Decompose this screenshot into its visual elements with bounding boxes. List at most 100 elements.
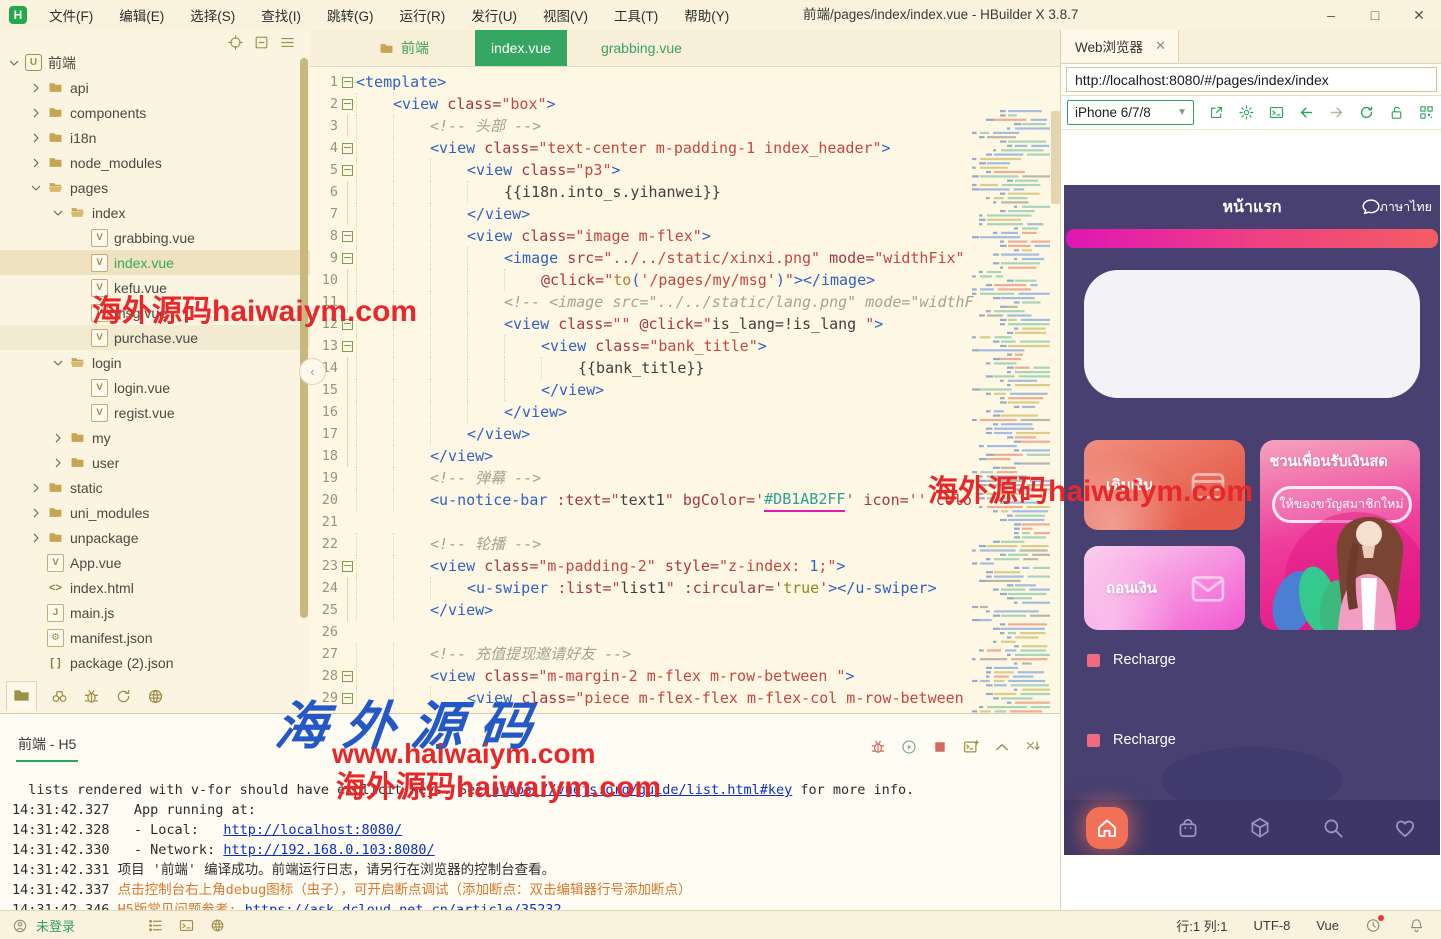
syntax-label[interactable]: Vue [1316,918,1339,933]
code-line[interactable]: 27 <!-- 充值提现邀请好友 --> [310,643,1060,665]
tree-item-manifest-json[interactable]: ⚙ manifest.json [0,625,310,650]
new-terminal-icon[interactable] [962,738,980,756]
log-link[interactable]: http://localhost:8080/ [223,822,402,838]
tree-item-purchase-vue[interactable]: Vpurchase.vue [0,325,310,350]
chevron-right-icon[interactable] [50,430,66,446]
code-line[interactable]: 24 <u-swiper :list= " list1 " :circular= ' tru… [310,577,1060,599]
binoculars-icon[interactable] [50,687,69,706]
code-line[interactable]: 9 <image src= "../../static/xinxi.png" mod… [310,247,1060,269]
forward-icon[interactable] [1328,104,1345,121]
line-number[interactable]: 12 [310,313,338,335]
tree-item-main-js[interactable]: Jmain.js [0,600,310,625]
tree-item-login[interactable]: login [0,350,310,375]
collapse-all-icon[interactable] [253,34,270,51]
chevron-down-icon[interactable] [50,205,66,221]
back-icon[interactable] [1298,104,1315,121]
code-line[interactable]: 15 </view> [310,379,1060,401]
tree-item-login-vue[interactable]: Vlogin.vue [0,375,310,400]
locate-icon[interactable] [227,34,244,51]
minimap[interactable] [968,106,1060,713]
console-tab[interactable]: 前端 - H5 [15,734,79,762]
clear-log-icon[interactable] [1024,738,1042,756]
debug-bug-icon[interactable] [869,738,887,756]
files-icon[interactable] [6,680,37,711]
withdraw-card[interactable]: ถอนเงิน [1084,546,1245,630]
language-switch[interactable]: ภาษาไทย [1380,197,1432,217]
history-icon[interactable] [1365,915,1384,934]
bell-icon[interactable] [1408,917,1425,934]
line-number[interactable]: 28 [310,665,338,687]
code-line[interactable]: 25 </view> [310,599,1060,621]
line-number[interactable]: 10 [310,269,338,291]
fold-marker-icon[interactable] [341,670,353,682]
unlock-icon[interactable] [1388,104,1405,121]
code-line[interactable]: 28 <view class= "m-margin-2 m-flex m-row-b… [310,665,1060,687]
sidebar-collapse-button[interactable]: ‹ [299,358,326,385]
tree-item-package-2-json[interactable]: [ ] package (2).json [0,650,310,675]
qr-code-icon[interactable] [1418,104,1435,121]
fold-marker-icon[interactable] [341,98,353,110]
code-line[interactable]: 2 <view class= "box" > [310,93,1060,115]
tree-item-app-vue[interactable]: V App.vue [0,550,310,575]
refresh-icon[interactable] [1358,104,1375,121]
invite-card[interactable]: ชวนเพื่อนรับเงินสด ให้ของขวัญสมาชิกใหม่ [1259,440,1420,630]
fold-marker-icon[interactable] [341,340,353,352]
chevron-right-icon[interactable] [28,105,44,121]
bug-icon[interactable] [82,687,101,706]
line-number[interactable]: 8 [310,225,338,247]
recharge-row[interactable]: Recharge [1087,732,1440,748]
tabbar-home-active[interactable] [1086,806,1128,849]
code-line[interactable]: 4 <view class= "text-center m-padding-1 in… [310,137,1060,159]
chevron-right-icon[interactable] [28,80,44,96]
line-number[interactable]: 2 [310,93,338,115]
chevron-right-icon[interactable] [28,505,44,521]
line-number[interactable]: 22 [310,533,338,555]
close-tab-icon[interactable]: ✕ [1155,38,1166,54]
minimize-button[interactable]: – [1309,0,1353,30]
menu-item[interactable]: 文件(F) [49,5,93,25]
deposit-card[interactable]: เติมเงิน [1084,440,1245,530]
line-number[interactable]: 5 [310,159,338,181]
tree-item-unpackage[interactable]: unpackage [0,525,310,550]
tree-item-regist-vue[interactable]: Vregist.vue [0,400,310,425]
fold-marker-icon[interactable] [341,252,353,264]
menu-item[interactable]: 编辑(E) [119,5,164,25]
fold-marker-icon[interactable] [341,142,353,154]
tabbar-search-icon[interactable] [1320,815,1346,841]
code-line[interactable]: 6 {{i18n.into_s.yihanwei}} [310,181,1060,203]
menu-item[interactable]: 工具(T) [614,5,658,25]
stop-icon[interactable] [931,738,949,756]
code-line[interactable]: 26 [310,621,1060,643]
menu-item[interactable]: 视图(V) [543,5,588,25]
url-input[interactable] [1066,67,1437,92]
tree-item-uni-modules[interactable]: uni_modules [0,500,310,525]
code-line[interactable]: 11 <!-- <image src="../../static/lang.png… [310,291,1060,313]
open-external-icon[interactable] [1208,104,1225,121]
menu-item[interactable]: 查找(I) [261,5,301,25]
menu-item[interactable]: 帮助(Y) [684,5,729,25]
encoding-label[interactable]: UTF-8 [1254,918,1291,933]
tree-item-kefu-vue[interactable]: Vkefu.vue [0,275,310,300]
code-line[interactable]: 12 <view class= "" @click= " is_lang=!is_lan… [310,313,1060,335]
outline-list-icon[interactable] [147,917,164,934]
tree-item-index-html[interactable]: <> index.html [0,575,310,600]
tabbar-heart-icon[interactable] [1392,815,1418,841]
tree-item-node-modules[interactable]: node_modules [0,150,310,175]
line-number[interactable]: 11 [310,291,338,313]
line-number[interactable]: 16 [310,401,338,423]
tree-item-static[interactable]: static [0,475,310,500]
terminal-icon[interactable] [1268,104,1285,121]
code-line[interactable]: 21 [310,511,1060,533]
fold-marker-icon[interactable] [341,76,353,88]
chevron-right-icon[interactable] [28,130,44,146]
tree-item-grabbing-vue[interactable]: Vgrabbing.vue [0,225,310,250]
line-number[interactable]: 26 [310,621,338,643]
line-number[interactable]: 1 [310,71,338,93]
line-number[interactable]: 19 [310,467,338,489]
restart-icon[interactable] [900,738,918,756]
explorer-scrollbar[interactable] [300,58,308,618]
line-number[interactable]: 18 [310,445,338,467]
chevron-right-icon[interactable] [28,155,44,171]
chevron-right-icon[interactable] [28,530,44,546]
line-number[interactable]: 29 [310,687,338,709]
